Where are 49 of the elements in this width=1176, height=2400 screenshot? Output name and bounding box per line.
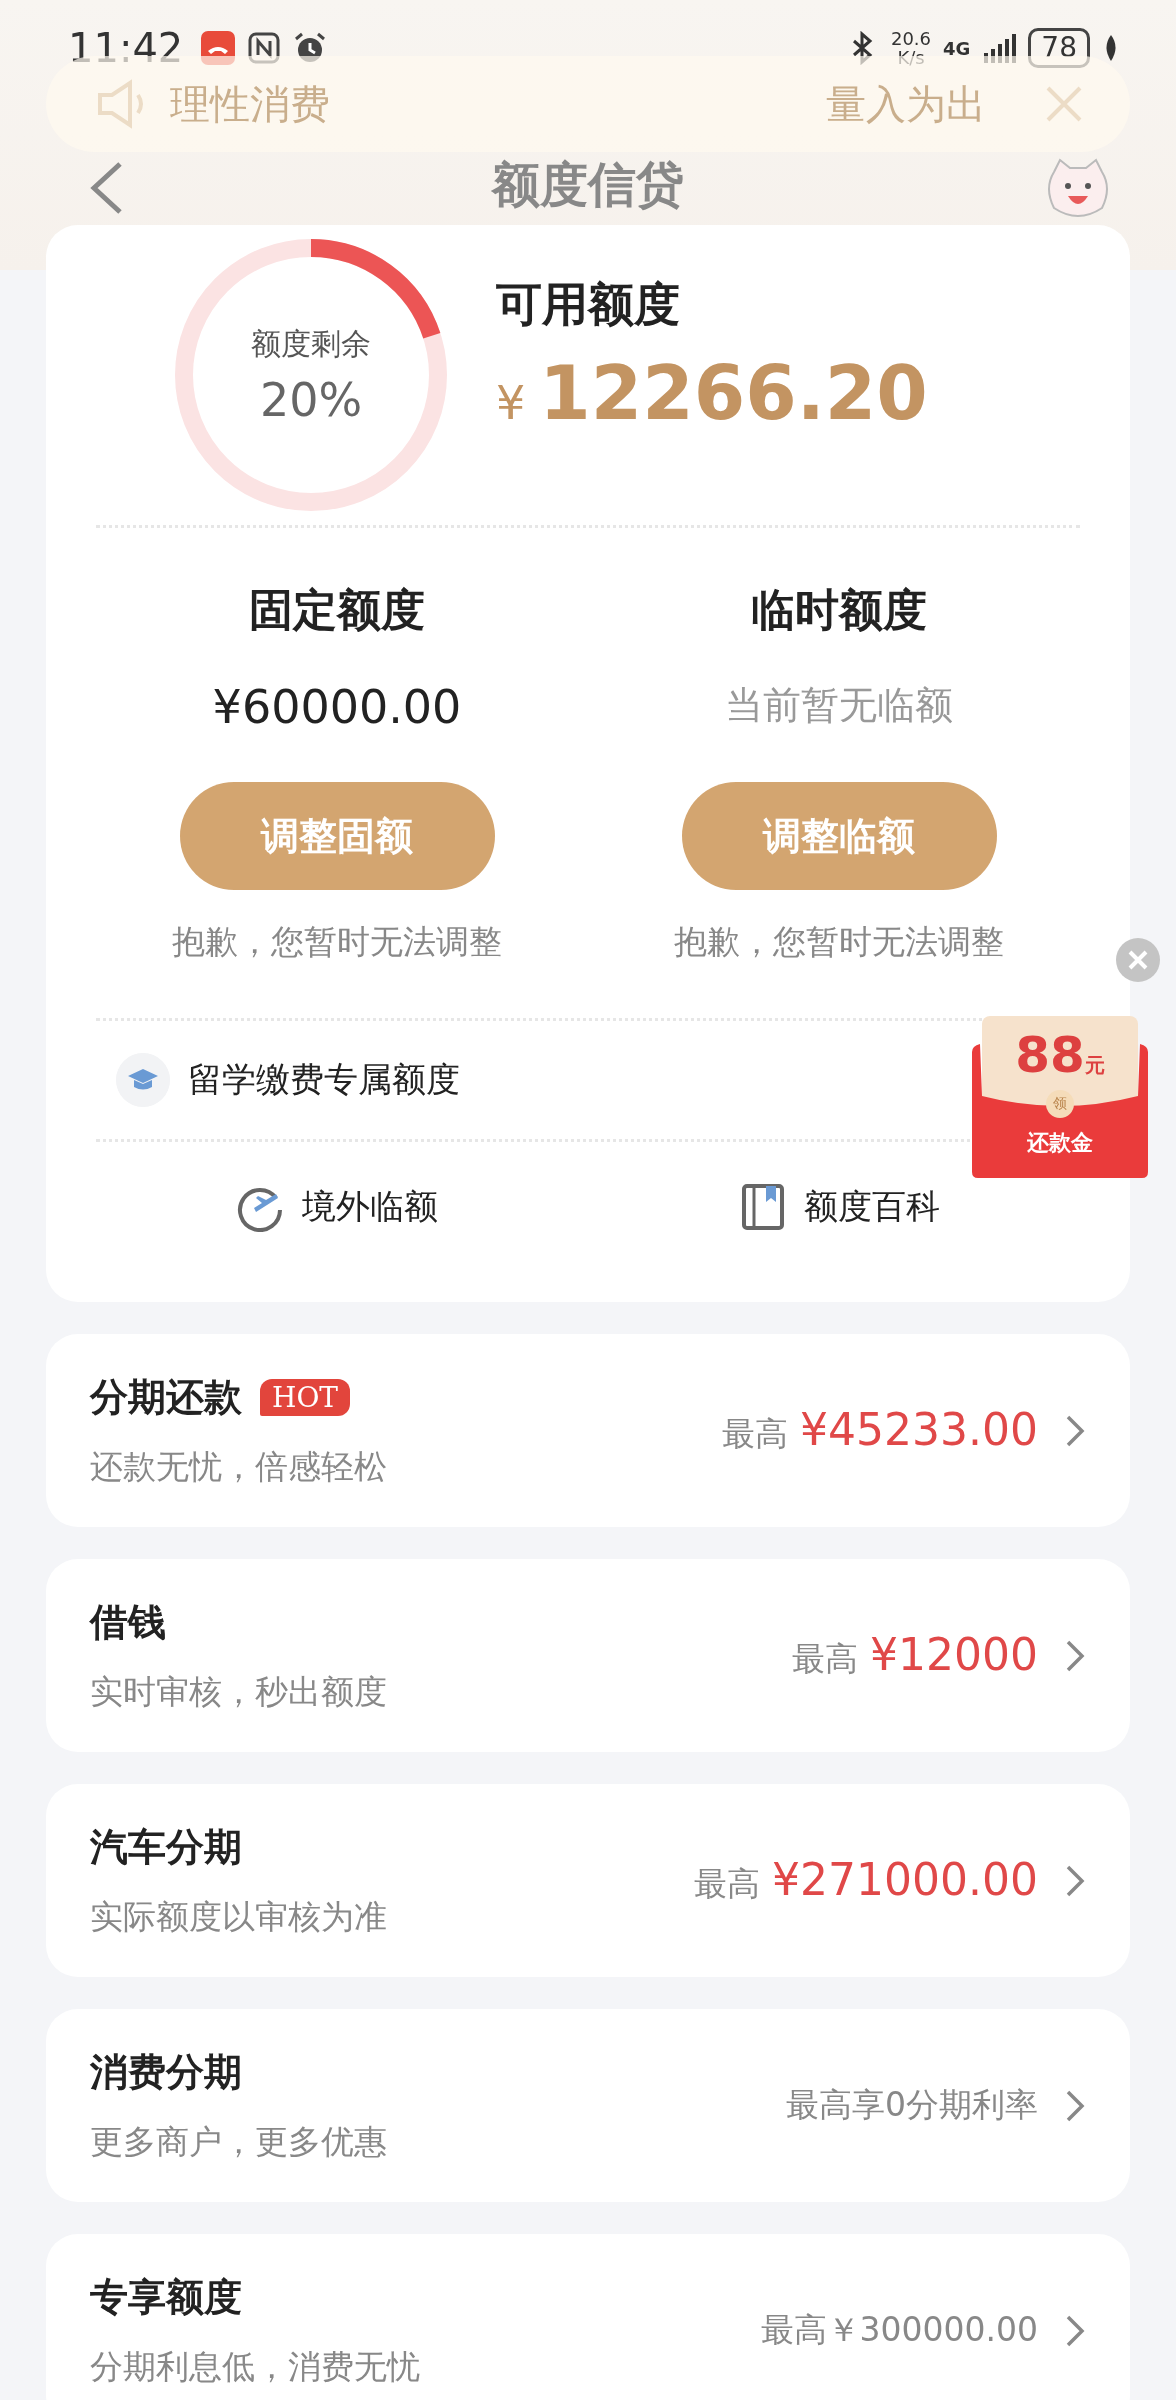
quick-link[interactable]: 境外临额 (302, 1184, 438, 1230)
quota-amount: 当前暂无临额 (725, 682, 953, 729)
quota-amount: ¥60000.00 (212, 680, 462, 736)
promo-unit: 元 (1084, 1053, 1105, 1077)
product-subtitle: 还款无忧，倍感轻松 (90, 1445, 388, 1488)
limit-amount: ¥271000.00 (772, 1854, 1038, 1905)
product-subtitle: 分期利息低，消费无忧 (90, 2345, 421, 2388)
network-type: 4G (943, 37, 971, 59)
quota-title: 临时额度 (751, 583, 927, 637)
product-title: 消费分期 (90, 2048, 242, 2096)
notice-text: 理性消费 (170, 79, 331, 129)
product-title: 汽车分期 (90, 1823, 242, 1871)
limit-text: 最高￥300000.00 (760, 2309, 1038, 2351)
product-card[interactable]: 分期还款 HOT 还款无忧，倍感轻松 最高 ¥45233.00 (46, 1334, 1130, 1527)
limit-prefix: 最高 (694, 1863, 761, 1905)
product-card[interactable]: 专享额度 分期利息低，消费无忧 最高￥300000.00 (46, 2234, 1130, 2400)
limit-amount: ¥12000 (870, 1629, 1038, 1680)
quota-note: 抱歉，您暂时无法调整 (172, 921, 502, 963)
product-title: 借钱 (90, 1598, 166, 1646)
product-subtitle: 更多商户，更多优惠 (90, 2120, 388, 2163)
product-card[interactable]: 借钱 实时审核，秒出额度 最高 ¥12000 (46, 1559, 1130, 1752)
quota-note: 抱歉，您暂时无法调整 (674, 921, 1004, 963)
limit-amount: ¥45233.00 (800, 1404, 1038, 1455)
available-label: 可用额度 (496, 276, 681, 333)
limit-prefix: 最高 (792, 1638, 859, 1680)
limit-text: 最高享0分期利率 (786, 2084, 1038, 2126)
study-quota-link[interactable]: 留学缴费专属额度 (188, 1057, 460, 1103)
status-time: 11:42 (68, 25, 184, 71)
promo-label: 还款金 (1026, 1129, 1094, 1157)
notice-text: 量入为出 (826, 79, 986, 129)
product-subtitle: 实际额度以审核为准 (90, 1895, 388, 1938)
quick-link[interactable]: 额度百科 (804, 1184, 940, 1230)
product-card[interactable]: 消费分期 更多商户，更多优惠 最高享0分期利率 (46, 2009, 1130, 2202)
product-title: 专享额度 (90, 2273, 242, 2321)
close-icon[interactable] (1116, 938, 1160, 982)
available-amount: 12266.20 (539, 350, 928, 436)
quota-title: 固定额度 (249, 583, 425, 637)
product-card[interactable]: 汽车分期 实际额度以审核为准 最高 ¥271000.00 (46, 1784, 1130, 1977)
limit-prefix: 最高 (722, 1413, 789, 1455)
page-title: 额度信贷 (492, 155, 684, 214)
currency-sign: ¥ (496, 376, 526, 430)
speed-unit: K/s (896, 48, 926, 67)
ring-percentage: 20% (259, 372, 363, 427)
hot-badge: HOT (260, 1378, 351, 1416)
product-subtitle: 实时审核，秒出额度 (90, 1670, 388, 1713)
product-title: 分期还款 (90, 1373, 242, 1421)
ring-label: 额度剩余 (251, 324, 371, 363)
promo-amount: 88 (1015, 1026, 1085, 1084)
network-speed: 20.6 (890, 29, 932, 48)
